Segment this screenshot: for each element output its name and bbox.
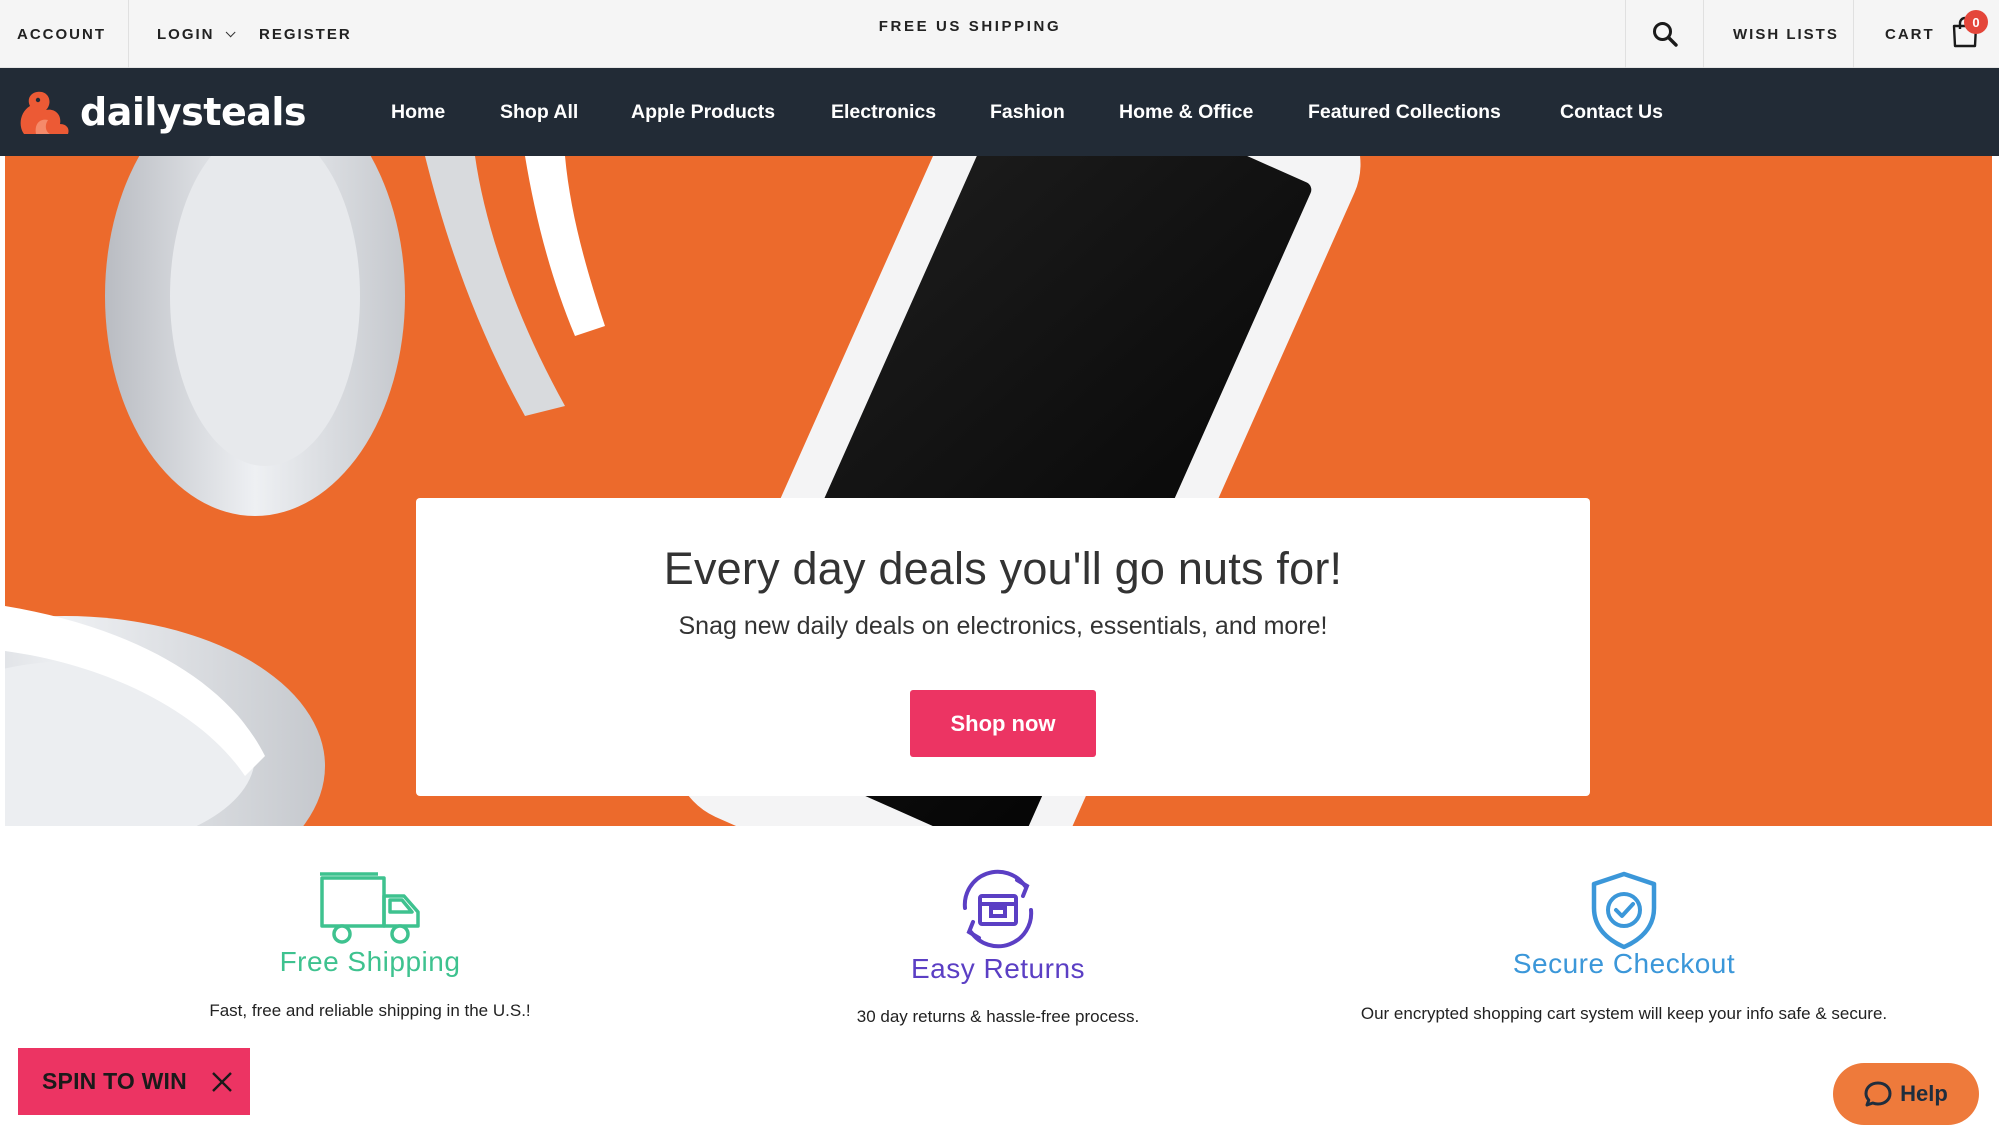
nav-item-home[interactable]: Home bbox=[391, 68, 445, 156]
account-link[interactable]: ACCOUNT bbox=[17, 0, 129, 68]
login-dropdown[interactable]: LOGIN bbox=[157, 0, 236, 68]
search-button[interactable] bbox=[1625, 0, 1704, 68]
feature-title: Secure Checkout bbox=[1512, 948, 1736, 979]
truck-icon bbox=[320, 872, 420, 944]
login-label: LOGIN bbox=[157, 25, 215, 43]
feature-title: Free Shipping bbox=[279, 946, 461, 977]
nav-item-electronics[interactable]: Electronics bbox=[831, 68, 936, 156]
hero-subtitle: Snag new daily deals on electronics, ess… bbox=[678, 612, 1328, 640]
nav-item-apple-products[interactable]: Apple Products bbox=[631, 68, 775, 156]
search-icon bbox=[1652, 22, 1678, 47]
wish-lists-link[interactable]: WISH LISTS bbox=[1733, 0, 1839, 68]
spin-to-win-label: SPIN TO WIN bbox=[42, 1068, 187, 1094]
shield-check-icon bbox=[1591, 871, 1657, 950]
cart-count-badge: 0 bbox=[1964, 10, 1988, 34]
brand-logo[interactable]: dailysteals bbox=[16, 82, 307, 142]
help-label: Help bbox=[1900, 1081, 1948, 1106]
brand-name: dailysteals bbox=[80, 90, 307, 134]
help-button[interactable]: Help bbox=[1833, 1063, 1979, 1125]
feature-description: Fast, free and reliable shipping in the … bbox=[209, 1001, 531, 1020]
squirrel-logo-icon bbox=[20, 91, 69, 134]
feature-description: Our encrypted shopping cart system will … bbox=[1360, 1004, 1888, 1023]
main-navigation: dailysteals Home Shop All Apple Products… bbox=[0, 68, 1999, 156]
hero-title: Every day deals you'll go nuts for! bbox=[663, 543, 1343, 594]
hero-card: Every day deals you'll go nuts for! Snag… bbox=[416, 498, 1590, 796]
shop-now-button[interactable]: Shop now bbox=[910, 690, 1096, 757]
nav-item-shop-all[interactable]: Shop All bbox=[500, 68, 578, 156]
announcement-text: FREE US SHIPPING bbox=[878, 17, 1062, 35]
feature-description: 30 day returns & hassle-free process. bbox=[856, 1007, 1140, 1026]
feature-title: Easy Returns bbox=[910, 953, 1086, 984]
nav-item-home-office[interactable]: Home & Office bbox=[1119, 68, 1253, 156]
returns-box-icon bbox=[962, 869, 1034, 949]
chevron-down-icon bbox=[225, 26, 236, 37]
chat-bubble-icon bbox=[1864, 1081, 1892, 1107]
divider bbox=[1853, 0, 1854, 68]
register-link[interactable]: REGISTER bbox=[259, 0, 352, 68]
hero-banner: Every day deals you'll go nuts for! Snag… bbox=[5, 156, 1992, 826]
top-utility-bar: ACCOUNT LOGIN REGISTER FREE US SHIPPING … bbox=[0, 0, 1999, 68]
nav-item-contact-us[interactable]: Contact Us bbox=[1560, 68, 1663, 156]
spin-to-win-widget[interactable]: SPIN TO WIN bbox=[18, 1048, 250, 1115]
close-icon[interactable] bbox=[210, 1070, 234, 1094]
nav-item-fashion[interactable]: Fashion bbox=[990, 68, 1065, 156]
nav-item-featured-collections[interactable]: Featured Collections bbox=[1308, 68, 1501, 156]
cart-link[interactable]: CART bbox=[1885, 0, 1935, 68]
